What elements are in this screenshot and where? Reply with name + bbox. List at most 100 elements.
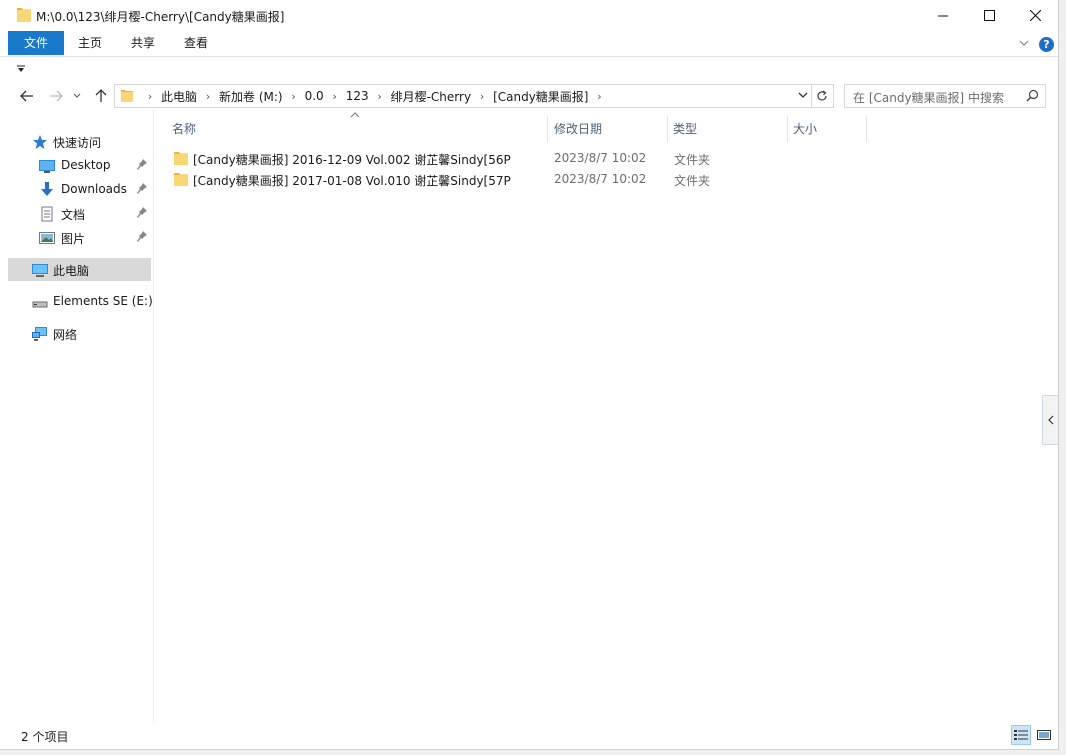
file-date: 2023/8/7 10:02 xyxy=(554,172,647,186)
sidebar-item-network[interactable]: 网络 xyxy=(8,322,151,345)
up-button[interactable] xyxy=(90,85,112,107)
chevron-left-icon xyxy=(1048,415,1054,425)
ribbon: 文件 主页 共享 查看 ? xyxy=(0,31,1058,57)
breadcrumb-separator[interactable]: › xyxy=(369,90,391,103)
details-view-button[interactable] xyxy=(1011,725,1031,745)
pin-icon[interactable] xyxy=(137,231,147,243)
tab-view[interactable]: 查看 xyxy=(172,31,220,55)
table-row[interactable]: [Candy糖果画报] 2016-12-09 Vol.002 谢芷馨Sindy[… xyxy=(166,148,866,169)
back-button[interactable] xyxy=(16,85,38,107)
drive-icon xyxy=(32,301,48,308)
pin-icon[interactable] xyxy=(137,207,147,219)
column-divider[interactable] xyxy=(547,116,548,142)
refresh-icon xyxy=(817,90,827,101)
search-box[interactable]: 在 [Candy糖果画报] 中搜索 xyxy=(844,84,1046,108)
computer-icon xyxy=(32,264,48,277)
breadcrumb-folder-0-0[interactable]: 0.0 xyxy=(305,89,324,103)
folder-icon xyxy=(17,8,31,22)
explorer-window: M:\0.0\123\绯月樱-Cherry\[Candy糖果画报] 文件 主页 … xyxy=(0,0,1059,750)
item-count: 2 个项目 xyxy=(21,730,69,744)
close-button[interactable] xyxy=(1012,0,1058,31)
minimize-button[interactable] xyxy=(920,0,966,31)
large-icons-view-button[interactable] xyxy=(1034,725,1054,745)
breadcrumb-separator[interactable]: › xyxy=(283,90,305,103)
sidebar-item-label: 文档 xyxy=(61,208,86,222)
breadcrumb: › 此电脑 › 新加卷 (M:) › 0.0 › 123 › 绯月樱-Cherr… xyxy=(139,85,610,107)
window-title: M:\0.0\123\绯月樱-Cherry\[Candy糖果画报] xyxy=(36,10,285,24)
sidebar-item-desktop[interactable]: Desktop xyxy=(8,154,151,177)
column-header-type[interactable]: 类型 xyxy=(673,118,783,140)
arrow-right-icon xyxy=(50,90,63,102)
sidebar-item-quick-access[interactable]: 快速访问 xyxy=(8,130,151,153)
network-icon xyxy=(32,327,47,341)
navigation-bar: › 此电脑 › 新加卷 (M:) › 0.0 › 123 › 绯月樱-Cherr… xyxy=(0,82,1058,110)
file-name: [Candy糖果画报] 2016-12-09 Vol.002 谢芷馨Sindy[… xyxy=(193,153,511,167)
sidebar-item-this-pc[interactable]: 此电脑 xyxy=(8,258,151,281)
customize-toolbar-icon[interactable] xyxy=(16,64,26,74)
sidebar-item-documents[interactable]: 文档 xyxy=(8,202,151,225)
breadcrumb-folder-candy[interactable]: [Candy糖果画报] xyxy=(493,88,588,105)
breadcrumb-separator[interactable]: › xyxy=(139,90,161,103)
breadcrumb-folder-123[interactable]: 123 xyxy=(346,89,369,103)
folder-icon xyxy=(121,90,133,102)
tab-share[interactable]: 共享 xyxy=(119,31,167,55)
breadcrumb-separator[interactable]: › xyxy=(471,90,493,103)
folder-icon xyxy=(174,152,188,165)
status-bar: 2 个项目 xyxy=(0,722,1058,749)
sidebar-item-label: 图片 xyxy=(61,232,86,246)
sidebar-item-label: 网络 xyxy=(53,328,78,342)
column-header-size[interactable]: 大小 xyxy=(793,118,863,140)
file-type: 文件夹 xyxy=(674,153,711,167)
arrow-up-icon xyxy=(95,89,107,102)
breadcrumb-folder-cherry[interactable]: 绯月樱-Cherry xyxy=(391,88,471,105)
breadcrumb-this-pc[interactable]: 此电脑 xyxy=(161,88,197,105)
search-input[interactable]: 在 [Candy糖果画报] 中搜索 xyxy=(853,89,1004,106)
sidebar-item-label: 此电脑 xyxy=(53,264,90,278)
sidebar-item-label: Desktop xyxy=(61,158,111,172)
breadcrumb-separator[interactable]: › xyxy=(324,90,346,103)
column-header-date[interactable]: 修改日期 xyxy=(554,118,664,140)
file-name: [Candy糖果画报] 2017-01-08 Vol.010 谢芷馨Sindy[… xyxy=(193,174,511,188)
help-icon[interactable]: ? xyxy=(1039,37,1054,52)
breadcrumb-separator[interactable]: › xyxy=(588,90,610,103)
desktop-icon xyxy=(39,160,55,173)
recent-locations-button[interactable] xyxy=(70,85,84,107)
maximize-icon xyxy=(983,10,995,21)
column-divider[interactable] xyxy=(667,116,668,142)
breadcrumb-separator[interactable]: › xyxy=(197,90,219,103)
sidebar-item-pictures[interactable]: 图片 xyxy=(8,226,151,249)
breadcrumb-volume[interactable]: 新加卷 (M:) xyxy=(219,88,283,105)
preview-pane-toggle[interactable] xyxy=(1042,395,1058,445)
picture-icon xyxy=(39,232,55,244)
search-icon[interactable] xyxy=(1026,89,1039,102)
column-divider[interactable] xyxy=(866,116,867,142)
close-icon xyxy=(1029,10,1041,21)
sidebar-item-label: Downloads xyxy=(61,182,127,196)
maximize-button[interactable] xyxy=(966,0,1012,31)
table-row[interactable]: [Candy糖果画报] 2017-01-08 Vol.010 谢芷馨Sindy[… xyxy=(166,169,866,190)
tab-home[interactable]: 主页 xyxy=(66,31,114,55)
pin-icon[interactable] xyxy=(137,183,147,195)
column-divider[interactable] xyxy=(787,116,788,142)
pin-icon[interactable] xyxy=(137,159,147,171)
file-type: 文件夹 xyxy=(674,174,711,188)
download-icon xyxy=(41,182,53,196)
title-bar[interactable]: M:\0.0\123\绯月樱-Cherry\[Candy糖果画报] xyxy=(0,0,1058,31)
star-icon xyxy=(33,135,47,149)
refresh-button[interactable] xyxy=(811,84,834,108)
navigation-pane: 快速访问 Desktop Downloads 文档 图片 此电脑 Element… xyxy=(0,110,154,722)
sidebar-item-downloads[interactable]: Downloads xyxy=(8,178,151,201)
arrow-left-icon xyxy=(20,90,33,102)
expand-ribbon-chevron-icon[interactable] xyxy=(1018,37,1030,49)
file-list: 名称 修改日期 类型 大小 [Candy糖果画报] 2016-12-09 Vol… xyxy=(154,110,1058,722)
address-dropdown-icon[interactable] xyxy=(797,89,809,101)
forward-button[interactable] xyxy=(45,85,67,107)
minimize-icon xyxy=(937,15,948,17)
details-view-icon xyxy=(1014,730,1028,740)
address-bar[interactable]: › 此电脑 › 新加卷 (M:) › 0.0 › 123 › 绯月樱-Cherr… xyxy=(114,84,812,108)
sidebar-item-elements-drive[interactable]: Elements SE (E:) xyxy=(8,290,153,313)
chevron-down-icon xyxy=(73,93,81,98)
column-header-name[interactable]: 名称 xyxy=(172,118,542,140)
large-icons-view-icon xyxy=(1037,730,1051,740)
tab-file[interactable]: 文件 xyxy=(8,31,64,55)
